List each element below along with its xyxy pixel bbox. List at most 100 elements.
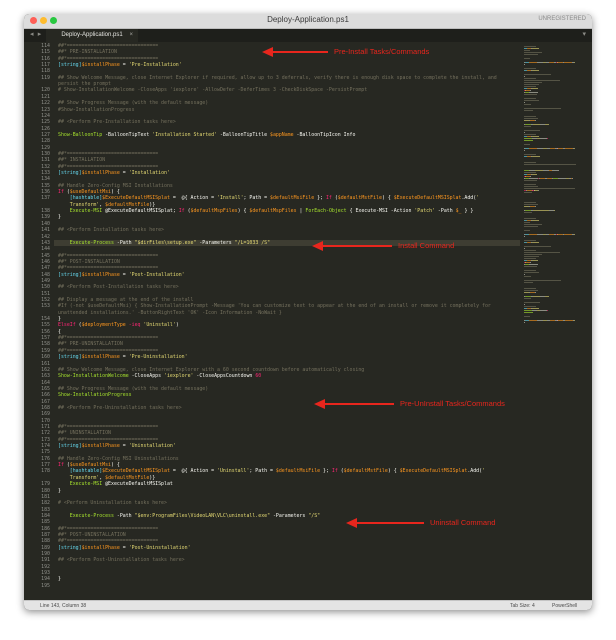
- code-line[interactable]: ##* PRE-UNINSTALLATION: [58, 341, 123, 347]
- code-line[interactable]: [string]$installPhase = 'Installation': [58, 170, 170, 176]
- tab-size-selector[interactable]: Tab Size: 4: [510, 601, 535, 610]
- code-line[interactable]: ##*===============================: [58, 265, 158, 271]
- code-line[interactable]: ##*===============================: [58, 424, 158, 430]
- code-line[interactable]: Execute-Process -Path "$dirFiles\setup.e…: [58, 240, 270, 246]
- minimap-stroke: [533, 124, 541, 125]
- code-line[interactable]: Execute-MSI @ExecuteDefaultMSISplat; If …: [58, 208, 474, 215]
- code-line[interactable]: ##*===============================: [58, 348, 158, 354]
- code-line[interactable]: unattended installations.' -ButtonRightT…: [58, 310, 282, 316]
- code-line[interactable]: ## Show Progress Message (with the defau…: [58, 100, 208, 106]
- tab-nav-arrows-icon[interactable]: ◂ ▸: [30, 30, 42, 38]
- code-line[interactable]: }: [58, 214, 61, 220]
- minimap-stroke: [529, 320, 538, 321]
- code-line[interactable]: ## <Perform Installation tasks here>: [58, 227, 164, 233]
- tab-close-icon[interactable]: ×: [129, 29, 133, 42]
- code-line[interactable]: [hashtable]$ExecuteDefaultMSISplat = @{ …: [58, 195, 479, 201]
- code-line[interactable]: ## <Perform Pre-Uninstallation tasks her…: [58, 405, 182, 411]
- code-line[interactable]: # Show-InstallationWelcome -CloseApps 'i…: [58, 87, 367, 93]
- code-line[interactable]: ##* POST-INSTALLATION: [58, 259, 120, 265]
- minimap-stroke: [534, 292, 536, 293]
- minimap-stroke: [524, 74, 551, 75]
- minimap-stroke: [524, 98, 536, 99]
- code-line[interactable]: ## <Perform Post-Uninstallation tasks he…: [58, 557, 185, 563]
- code-line[interactable]: ##* UNINSTALLATION: [58, 430, 111, 436]
- code-line[interactable]: ##*===============================: [58, 253, 158, 259]
- minimap-stroke: [534, 206, 536, 207]
- tab-menu-icon[interactable]: ▾: [582, 30, 586, 38]
- code-token: -BalloonTipText: [102, 131, 153, 138]
- minimap-stroke: [533, 210, 550, 211]
- code-editor[interactable]: 114 115 116 117 118 119 120 121 122 123 124 125 126 1…: [24, 42, 592, 600]
- code-token: = @{ Action =: [169, 468, 218, 475]
- code-line[interactable]: }: [58, 576, 61, 582]
- line-number: 175: [41, 449, 50, 456]
- code-token: $defaultMstFile: [105, 201, 150, 208]
- line-number-gutter: 114 115 116 117 118 119 120 121 122 123 124 125 126 1…: [24, 42, 54, 600]
- line-number: 141: [41, 227, 50, 234]
- code-line[interactable]: ##*===============================: [58, 437, 158, 443]
- code-line[interactable]: {: [58, 329, 61, 335]
- code-line[interactable]: ##*===============================: [58, 526, 158, 532]
- code-token: $defaultMsiFile: [275, 468, 321, 475]
- code-line[interactable]: [string]$installPhase = 'Pre-Installatio…: [58, 62, 182, 68]
- code-line[interactable]: [string]$installPhase = 'Post-Installati…: [58, 272, 185, 278]
- code-line[interactable]: ## Handle Zero-Config MSI Installations: [58, 183, 173, 189]
- line-number: 176: [41, 455, 50, 462]
- code-token: $appName: [270, 131, 294, 138]
- code-line[interactable]: [string]$installPhase = 'Post-Uninstalla…: [58, 545, 191, 551]
- code-line[interactable]: Show-BalloonTip -BalloonTipText 'Install…: [58, 132, 355, 138]
- code-line[interactable]: ##* PRE-INSTALLATION: [58, 49, 117, 55]
- code-line[interactable]: persist the prompt: [58, 81, 111, 87]
- code-line[interactable]: #If (-not $useDefaultMsi) { Show-Install…: [58, 303, 491, 309]
- code-line[interactable]: #Show-InstallationProgress: [58, 107, 135, 113]
- code-line[interactable]: ## Handle Zero-Config MSI Uninstallation…: [58, 456, 179, 462]
- code-token: $useDefaultMsi: [69, 189, 112, 196]
- code-line[interactable]: }: [58, 316, 61, 322]
- code-line[interactable]: ##*===============================: [58, 151, 158, 157]
- minimap-stroke: [533, 296, 541, 297]
- code-line[interactable]: ##* INSTALLATION: [58, 157, 105, 163]
- code-line[interactable]: Execute-Process -Path "$env:ProgramFiles…: [58, 513, 320, 519]
- code-line[interactable]: ##*===============================: [58, 164, 158, 170]
- line-number: 134: [41, 176, 50, 183]
- code-line[interactable]: ##* POST-UNINSTALLATION: [58, 532, 126, 538]
- code-line[interactable]: ## Show Welcome Message, close Internet …: [58, 367, 364, 373]
- code-token: -BalloonTipTitle: [217, 131, 271, 138]
- code-token: ElseIf: [58, 322, 76, 329]
- code-line[interactable]: ## <Perform Pre-Installation tasks here>: [58, 119, 176, 125]
- code-line[interactable]: Show-InstallationWelcome -CloseApps 'iex…: [58, 373, 261, 379]
- code-line[interactable]: ##*===============================: [58, 335, 158, 341]
- code-token: #If (-not $useDefaultMsi) { Show-Install…: [58, 303, 491, 310]
- code-token: @ExecuteDefaultMSISplat;: [102, 208, 179, 215]
- code-token: ##*===============================: [58, 252, 159, 259]
- code-line[interactable]: ## Show Welcome Message, close Internet …: [58, 75, 497, 81]
- code-line[interactable]: [string]$installPhase = 'Uninstallation': [58, 443, 176, 449]
- code-line[interactable]: ##*===============================: [58, 56, 158, 62]
- code-line[interactable]: ## Display a message at the end of the i…: [58, 297, 193, 303]
- code-token: -Path: [434, 208, 456, 215]
- code-line[interactable]: }: [58, 488, 61, 494]
- code-line[interactable]: # <Perform Uninstallation tasks here>: [58, 500, 167, 506]
- code-line[interactable]: ##*===============================: [58, 43, 158, 49]
- tab-deploy-application[interactable]: Deploy-Application.ps1 ×: [46, 29, 138, 42]
- syntax-selector[interactable]: PowerShell: [552, 601, 577, 610]
- code-line[interactable]: ## Show Progress Message (with the defau…: [58, 386, 208, 392]
- code-line[interactable]: ##*===============================: [58, 538, 158, 544]
- line-number: 185: [41, 519, 50, 526]
- code-line[interactable]: Transform', $defaultMstFile)}: [58, 202, 155, 208]
- line-number: 116: [41, 55, 50, 62]
- code-line[interactable]: Execute-MSI @ExecuteDefaultMSISplat: [58, 481, 173, 487]
- code-line[interactable]: [hashtable]$ExecuteDefaultMSISplat = @{ …: [58, 468, 485, 474]
- code-line[interactable]: ElseIf ($deploymentType -ieq 'Uninstall'…: [58, 322, 179, 328]
- line-number: 182: [41, 500, 50, 507]
- code-line[interactable]: Transform', $defaultMstFile)}: [58, 475, 155, 481]
- code-line[interactable]: If ($useDefaultMsi) {: [58, 189, 120, 195]
- code-line[interactable]: [string]$installPhase = 'Pre-Uninstallat…: [58, 354, 188, 360]
- line-number: 154: [41, 316, 50, 323]
- line-number: 137: [41, 195, 50, 202]
- minimap[interactable]: [520, 42, 592, 600]
- code-line[interactable]: ## <Perform Post-Installation tasks here…: [58, 284, 179, 290]
- code-line[interactable]: If ($useDefaultMsi) {: [58, 462, 120, 468]
- code-line[interactable]: Show-InstallationProgress: [58, 392, 132, 398]
